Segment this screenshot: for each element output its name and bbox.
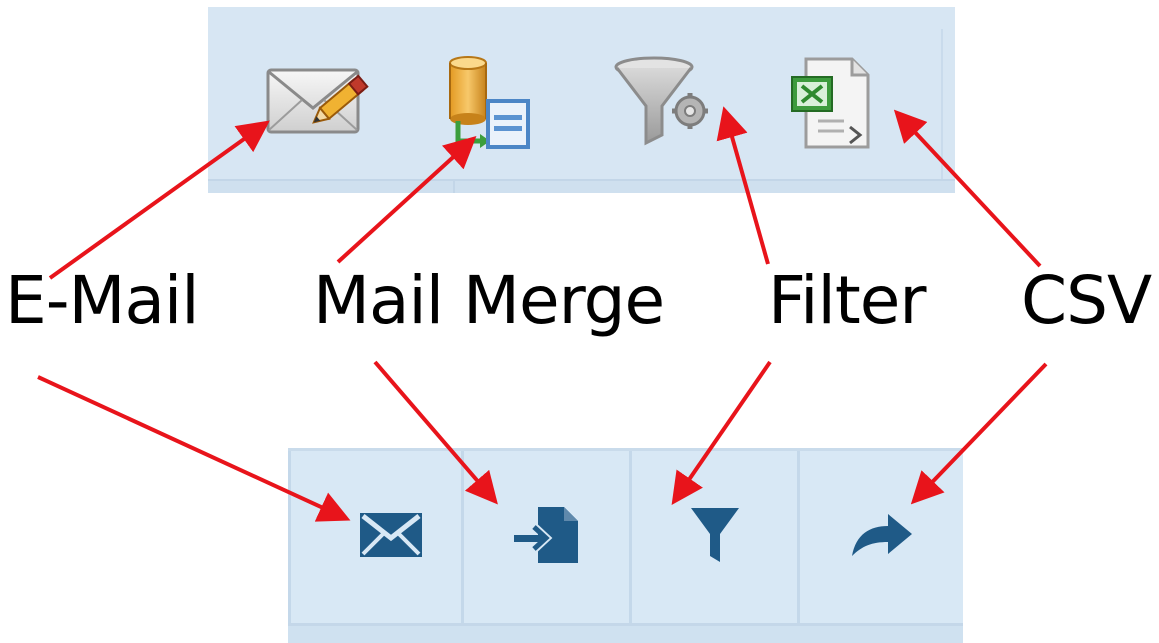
email-arrow-up xyxy=(48,120,270,280)
csv-arrow-down xyxy=(910,362,1048,505)
comparison-figure: E-Mail Mail Merge Filter CSV xyxy=(0,0,1159,643)
mail-merge-arrow-up xyxy=(336,135,477,264)
filter-arrow-down xyxy=(671,360,772,505)
filter-arrow-up xyxy=(716,106,770,265)
annotation-arrows xyxy=(37,106,1048,522)
mail-merge-arrow-down xyxy=(373,360,498,505)
email-arrow-down xyxy=(37,375,351,522)
csv-arrow-up xyxy=(893,109,1042,268)
